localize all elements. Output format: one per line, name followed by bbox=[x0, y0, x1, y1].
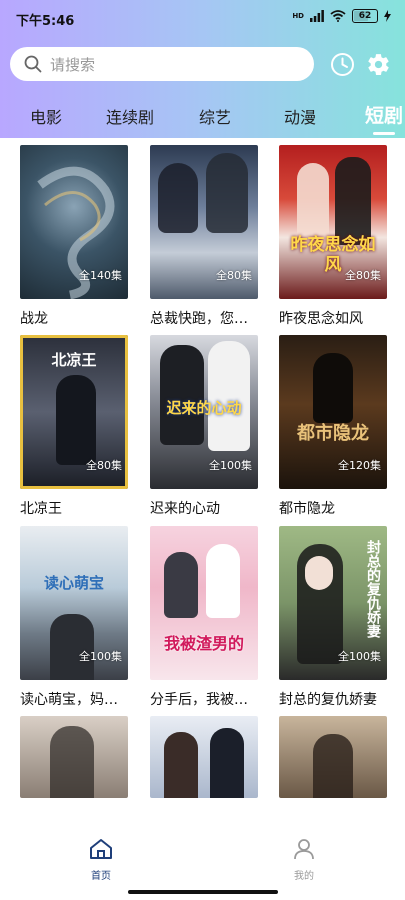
drama-card[interactable]: 全140集 战龙 bbox=[20, 145, 128, 328]
drama-title: 都市隐龙 bbox=[279, 501, 335, 517]
drama-title: 分手后，我被… bbox=[150, 692, 248, 708]
active-tab-indicator bbox=[373, 132, 395, 135]
episode-count: 全140集 bbox=[79, 269, 122, 282]
drama-card[interactable]: 都市隐龙 全120集 都市隐龙 bbox=[279, 335, 387, 518]
poster-title-text: 北凉王 bbox=[51, 351, 97, 369]
tab-series[interactable]: 连续剧 bbox=[106, 104, 154, 128]
poster-title-text: 都市隐龙 bbox=[297, 423, 369, 444]
poster-image: 我被渣男的 bbox=[150, 526, 258, 680]
poster-image bbox=[279, 716, 387, 798]
poster-title-text: 封总的复仇娇妻 bbox=[365, 540, 381, 638]
signal-icon bbox=[310, 10, 324, 22]
poster-image: 封总的复仇娇妻 全100集 bbox=[279, 526, 387, 680]
history-icon[interactable] bbox=[330, 52, 355, 77]
episode-count: 全80集 bbox=[345, 269, 381, 282]
episode-count: 全100集 bbox=[209, 459, 252, 472]
poster-image: 都市隐龙 全120集 bbox=[279, 335, 387, 489]
drama-title: 北凉王 bbox=[20, 501, 62, 517]
wifi-icon bbox=[330, 10, 346, 22]
poster-image: 北凉王 全80集 bbox=[20, 335, 128, 489]
status-bar: 下午5:46 HD 62 bbox=[0, 0, 405, 36]
header: 下午5:46 HD 62 请搜索 电影 连续剧 综艺 动漫 短剧 bbox=[0, 0, 405, 138]
user-icon bbox=[294, 839, 314, 860]
episode-count: 全100集 bbox=[338, 650, 381, 663]
drama-title: 战龙 bbox=[20, 311, 48, 327]
home-indicator[interactable] bbox=[128, 890, 278, 894]
battery-icon: 62 bbox=[352, 9, 378, 23]
drama-card[interactable]: 北凉王 全80集 北凉王 bbox=[20, 335, 128, 518]
drama-card[interactable]: 迟来的心动 全100集 迟来的心动 bbox=[150, 335, 258, 518]
search-icon bbox=[24, 55, 42, 73]
drama-card[interactable] bbox=[279, 716, 387, 798]
poster-image: 昨夜思念如风 全80集 bbox=[279, 145, 387, 299]
episode-count: 全120集 bbox=[338, 459, 381, 472]
bottom-navigation: 首页 我的 bbox=[0, 820, 405, 900]
poster-title-text: 我被渣男的 bbox=[163, 634, 244, 653]
gear-icon[interactable] bbox=[366, 52, 391, 77]
tab-variety[interactable]: 综艺 bbox=[199, 104, 231, 128]
poster-image bbox=[20, 716, 128, 798]
tab-short-drama[interactable]: 短剧 bbox=[365, 101, 403, 128]
search-placeholder: 请搜索 bbox=[50, 55, 96, 74]
home-icon bbox=[90, 839, 112, 859]
poster-image: 全80集 bbox=[150, 145, 258, 299]
poster-image: 读心萌宝 全100集 bbox=[20, 526, 128, 680]
search-input[interactable]: 请搜索 bbox=[10, 47, 314, 81]
network-type-label: HD bbox=[292, 11, 304, 20]
drama-card[interactable] bbox=[150, 716, 258, 798]
episode-count: 全80集 bbox=[86, 459, 122, 472]
drama-title: 迟来的心动 bbox=[150, 501, 220, 517]
category-tabs: 电影 连续剧 综艺 动漫 短剧 bbox=[0, 100, 405, 138]
episode-count: 全80集 bbox=[216, 269, 252, 282]
episode-count: 全100集 bbox=[79, 650, 122, 663]
nav-profile[interactable]: 我的 bbox=[274, 838, 334, 882]
tab-movies[interactable]: 电影 bbox=[30, 104, 62, 128]
drama-card[interactable]: 封总的复仇娇妻 全100集 封总的复仇娇妻 bbox=[279, 526, 387, 709]
poster-image bbox=[150, 716, 258, 798]
drama-card[interactable]: 全80集 总裁快跑，您… bbox=[150, 145, 258, 328]
drama-title: 封总的复仇娇妻 bbox=[279, 692, 377, 708]
nav-home[interactable]: 首页 bbox=[71, 838, 131, 882]
drama-card[interactable]: 我被渣男的 分手后，我被… bbox=[150, 526, 258, 709]
status-icons: HD 62 bbox=[292, 9, 391, 23]
drama-card[interactable]: 昨夜思念如风 全80集 昨夜思念如风 bbox=[279, 145, 387, 328]
poster-image: 迟来的心动 全100集 bbox=[150, 335, 258, 489]
poster-title-text: 读心萌宝 bbox=[43, 574, 104, 592]
nav-profile-label: 我的 bbox=[294, 871, 314, 882]
status-time: 下午5:46 bbox=[16, 14, 75, 29]
poster-image: 全140集 bbox=[20, 145, 128, 299]
nav-home-label: 首页 bbox=[91, 871, 111, 882]
drama-title: 昨夜思念如风 bbox=[279, 311, 363, 327]
drama-title: 读心萌宝，妈… bbox=[20, 692, 118, 708]
drama-card[interactable] bbox=[20, 716, 128, 798]
drama-title: 总裁快跑，您… bbox=[150, 311, 248, 327]
poster-title-text: 迟来的心动 bbox=[166, 399, 242, 417]
tab-anime[interactable]: 动漫 bbox=[284, 104, 316, 128]
charging-icon bbox=[384, 10, 391, 22]
drama-card[interactable]: 读心萌宝 全100集 读心萌宝，妈… bbox=[20, 526, 128, 709]
